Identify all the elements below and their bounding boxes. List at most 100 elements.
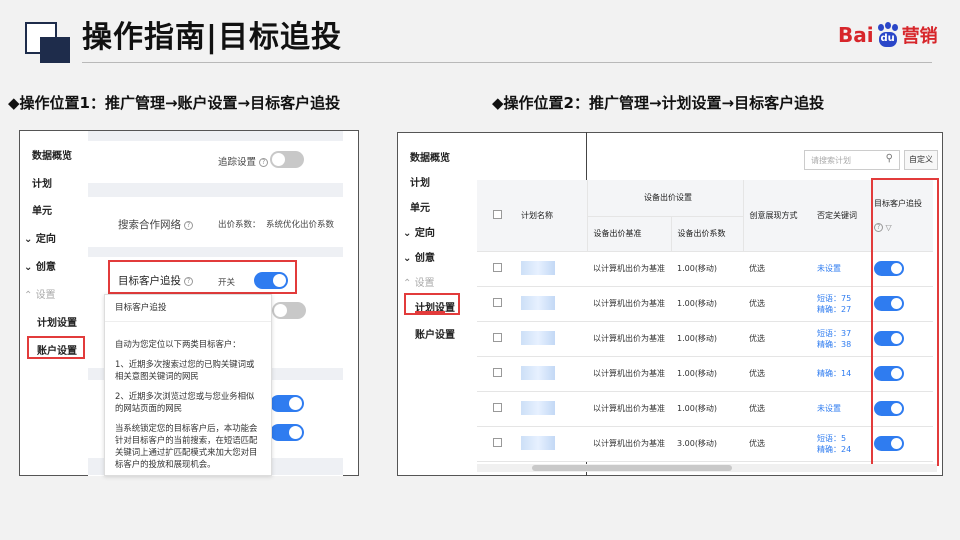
tooltip-line: 自动为您定位以下两类目标客户： xyxy=(115,339,241,349)
location-2: ◆操作位置2：推广管理→计划设置→目标客户追投 xyxy=(492,94,825,112)
plan-name-blurred[interactable] xyxy=(521,260,555,275)
target-tracking-tooltip: 目标客户追投 自动为您定位以下两类目标客户： 1、近期多次搜索过您的已购关键词或… xyxy=(104,294,272,476)
cell-bid-factor: 3.00(移动) xyxy=(671,426,743,462)
row-checkbox[interactable] xyxy=(493,263,502,272)
col-creative-mode[interactable]: 创意展现方式 xyxy=(742,180,811,252)
nav-targeting[interactable]: ⌄ 定向 xyxy=(24,230,56,245)
section-gap xyxy=(88,183,343,197)
nav-plan[interactable]: 计划 xyxy=(32,175,52,190)
cell-negative-keywords[interactable]: 短语：5 精确：24 xyxy=(811,426,868,462)
cell-creative-mode: 优选 xyxy=(743,321,811,357)
cell-negative-keywords[interactable]: 短语：75 精确：27 xyxy=(811,286,868,322)
nav-targeting-label: 定向 xyxy=(414,228,435,239)
table-row[interactable]: 以计算机出价为基准 1.00(移动) 优选 未设置 xyxy=(477,251,933,287)
tooltip-line: 2、近期多次浏览过您或与您业务相似的网站页面的网民 xyxy=(115,391,255,413)
nav-settings[interactable]: ⌃ 设置 xyxy=(403,274,435,289)
table-row[interactable]: 以计算机出价为基准 1.00(移动) 优选 短语：37 精确：38 xyxy=(477,321,933,357)
table-row[interactable]: 以计算机出价为基准 1.00(移动) 优选 精确：14 xyxy=(477,356,933,392)
help-icon: ? xyxy=(184,221,193,230)
cell-creative-mode: 优选 xyxy=(743,251,811,287)
nav-creative[interactable]: ⌄ 创意 xyxy=(403,249,435,264)
table-row[interactable]: 以计算机出价为基准 3.00(移动) 优选 短语：5 精确：24 xyxy=(477,426,933,462)
nav-account-settings[interactable]: 账户设置 xyxy=(415,326,455,341)
option-toggle-1[interactable] xyxy=(270,395,304,412)
table-row[interactable]: 以计算机出价为基准 1.00(移动) 优选 未设置 xyxy=(477,391,933,427)
row-checkbox[interactable] xyxy=(493,368,502,377)
plan-name-blurred[interactable] xyxy=(521,435,555,450)
target-tracking-toggle[interactable] xyxy=(254,272,288,289)
section-gap xyxy=(88,131,343,141)
col-plan-name[interactable]: 计划名称 xyxy=(515,180,587,252)
plan-name-blurred[interactable] xyxy=(521,365,555,380)
cell-negative-keywords[interactable]: 精确：14 xyxy=(811,356,868,392)
col-device-bid-factor[interactable]: 设备出价系数 xyxy=(670,216,743,252)
cell-bid-factor: 1.00(移动) xyxy=(671,321,743,357)
cell-negative-keywords[interactable]: 未设置 xyxy=(811,391,868,427)
tooltip-title: 目标客户追投 xyxy=(105,295,271,322)
tracking-toggle[interactable] xyxy=(270,151,304,168)
nav-plan-settings[interactable]: 计划设置 xyxy=(37,314,77,329)
section-gap xyxy=(88,247,343,257)
cell-bid-factor: 1.00(移动) xyxy=(671,391,743,427)
plan-name-blurred[interactable] xyxy=(521,295,555,310)
neg-line-1: 短语：75 xyxy=(817,293,852,303)
title-decoration-fill xyxy=(40,37,70,63)
plan-name-blurred[interactable] xyxy=(521,330,555,345)
plan-table: 计划名称 设备出价设置 创意展现方式 否定关键词 目标客户追投 ? ▽ 设备出价… xyxy=(477,180,933,462)
location-1: ◆操作位置1：推广管理→账户设置→目标客户追投 xyxy=(8,94,341,112)
cell-bid-base: 以计算机出价为基准 xyxy=(587,251,671,287)
neg-line-2: 精确：27 xyxy=(817,304,852,314)
cell-creative-mode: 优选 xyxy=(743,286,811,322)
plan-search-input[interactable]: 请搜索计划 ⚲ xyxy=(804,150,900,170)
search-icon[interactable]: ⚲ xyxy=(886,153,893,164)
cell-negative-keywords[interactable]: 未设置 xyxy=(811,251,868,287)
hidden-toggle[interactable] xyxy=(272,302,306,319)
active-underline xyxy=(415,311,445,313)
tracking-label: 追踪设置? xyxy=(218,154,269,168)
row-checkbox[interactable] xyxy=(493,403,502,412)
neg-line-1: 短语：5 xyxy=(817,433,847,443)
nav-settings-label: 设置 xyxy=(414,278,435,289)
tracking-label-text: 追踪设置 xyxy=(218,157,257,168)
network-label-text: 搜索合作网络 xyxy=(118,219,181,231)
nav-plan[interactable]: 计划 xyxy=(410,174,430,189)
cell-bid-base: 以计算机出价为基准 xyxy=(587,321,671,357)
horizontal-scrollbar[interactable] xyxy=(477,464,937,472)
col-device-bid-base[interactable]: 设备出价基准 xyxy=(586,216,671,252)
row-checkbox[interactable] xyxy=(493,298,502,307)
title-divider xyxy=(82,62,932,63)
nav-settings-label: 设置 xyxy=(35,290,56,301)
plan-name-blurred[interactable] xyxy=(521,400,555,415)
nav-data-overview[interactable]: 数据概览 xyxy=(32,147,72,162)
nav-targeting-label: 定向 xyxy=(35,234,56,245)
select-all-checkbox[interactable] xyxy=(493,209,502,219)
cell-creative-mode: 优选 xyxy=(743,356,811,392)
neg-line-1: 精确：14 xyxy=(817,369,852,378)
nav-settings[interactable]: ⌃ 设置 xyxy=(24,286,56,301)
bid-factor-label: 出价系数： xyxy=(218,220,261,230)
cell-negative-keywords[interactable]: 短语：37 精确：38 xyxy=(811,321,868,357)
row-checkbox[interactable] xyxy=(493,438,502,447)
nav-targeting[interactable]: ⌄ 定向 xyxy=(403,224,435,239)
network-label: 搜索合作网络? xyxy=(118,217,193,232)
col-negative-keywords[interactable]: 否定关键词 xyxy=(811,180,868,252)
cell-creative-mode: 优选 xyxy=(743,391,811,427)
nav-data-overview[interactable]: 数据概览 xyxy=(410,149,450,164)
help-icon: ? xyxy=(259,158,269,167)
cell-bid-base: 以计算机出价为基准 xyxy=(587,286,671,322)
cell-bid-factor: 1.00(移动) xyxy=(671,356,743,392)
nav-account-settings[interactable]: 账户设置 xyxy=(37,342,77,357)
nav-unit[interactable]: 单元 xyxy=(410,199,430,214)
scrollbar-thumb[interactable] xyxy=(532,465,732,471)
neg-line-1: 未设置 xyxy=(817,264,841,273)
page-title: 操作指南|目标追投 xyxy=(82,20,342,55)
switch-label: 开关 xyxy=(218,278,236,288)
nav-unit[interactable]: 单元 xyxy=(32,202,52,217)
nav-creative[interactable]: ⌄ 创意 xyxy=(24,258,56,273)
paw-icon: du xyxy=(875,22,901,48)
col-device-bid-group: 设备出价设置 xyxy=(586,180,743,217)
customize-button[interactable]: 自定义 xyxy=(904,150,938,170)
row-checkbox[interactable] xyxy=(493,333,502,342)
table-row[interactable]: 以计算机出价为基准 1.00(移动) 优选 短语：75 精确：27 xyxy=(477,286,933,322)
option-toggle-2[interactable] xyxy=(270,424,304,441)
